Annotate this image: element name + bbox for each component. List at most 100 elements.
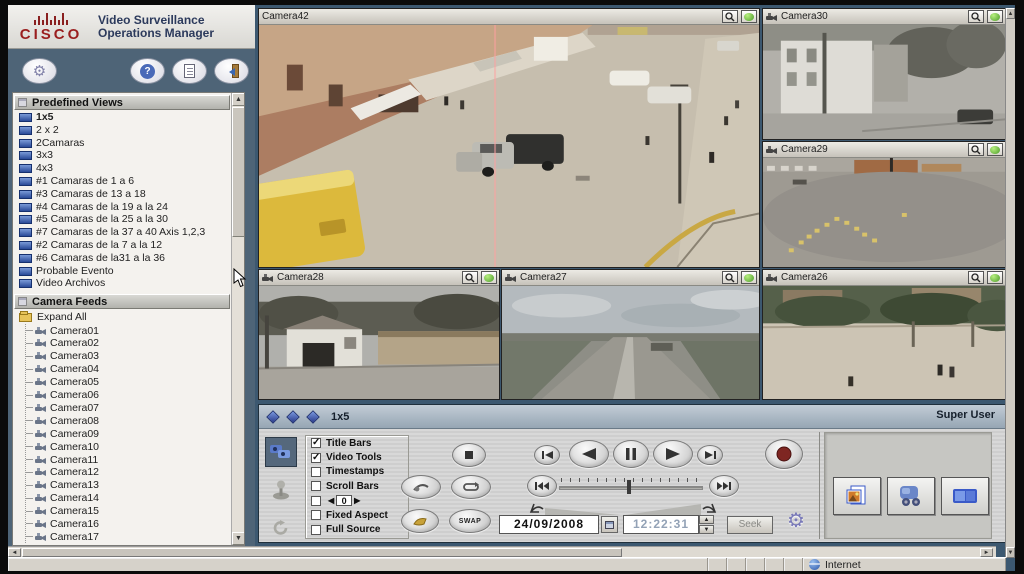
option-title-bars[interactable]: Title Bars [306, 436, 408, 450]
camera-tree-item[interactable]: Camera03 [26, 350, 231, 363]
predefined-view-item[interactable]: 2Camaras [13, 137, 231, 150]
audio-button[interactable] [401, 509, 439, 533]
predefined-view-item[interactable]: #4 Camaras de la 19 a la 24 [13, 201, 231, 214]
checkbox[interactable] [311, 496, 321, 506]
pause-button[interactable] [613, 440, 649, 468]
camera-tile-camera30[interactable]: Camera30 [762, 8, 1006, 140]
predefined-view-item[interactable]: Video Archivos [13, 277, 231, 290]
camera-title-bar[interactable]: Camera26 [763, 270, 1005, 286]
stream-status-button[interactable] [741, 271, 757, 284]
camera-tree-item[interactable]: Camera14 [26, 492, 231, 505]
pan-center-icon[interactable] [306, 410, 320, 424]
predefined-view-item[interactable]: 3x3 [13, 149, 231, 162]
snapshot-image-button[interactable] [833, 477, 881, 515]
camera-tree-item[interactable]: Camera15 [26, 505, 231, 518]
camera-title-bar[interactable]: Camera29 [763, 142, 1005, 158]
camera-tree-item[interactable]: Camera06 [26, 389, 231, 402]
sidebar-scrollbar[interactable]: ▲ ▼ [231, 93, 244, 545]
camera-tile-camera27[interactable]: Camera27 [501, 269, 760, 400]
camera-tree-item[interactable]: Camera12 [26, 466, 231, 479]
camera-video-camera27[interactable] [502, 286, 759, 399]
video-clip-button[interactable] [941, 477, 989, 515]
camera-video-camera42[interactable] [259, 25, 759, 267]
predefined-view-item[interactable]: 1x5 [13, 111, 231, 124]
zoom-tool-button[interactable] [968, 271, 984, 284]
stream-status-button[interactable] [741, 10, 757, 23]
scrollbar-thumb[interactable] [232, 107, 245, 237]
predefined-view-item[interactable]: 4x3 [13, 162, 231, 175]
scroll-left-icon[interactable]: ◄ [8, 548, 21, 557]
option-scroll-bars[interactable]: Scroll Bars [306, 479, 408, 493]
option-full-source[interactable]: Full Source [306, 522, 408, 536]
timeline-slider[interactable] [559, 477, 703, 495]
predefined-view-item[interactable]: Probable Evento [13, 265, 231, 278]
settings-button[interactable]: ⚙ [22, 58, 57, 84]
predefined-view-item[interactable]: #6 Camaras de la31 a la 36 [13, 252, 231, 265]
option-rotation-spinner[interactable]: ◀ 0 ▶ [306, 494, 408, 508]
pan-left-right-icon[interactable] [266, 410, 280, 424]
camera-tile-camera28[interactable]: Camera28 [258, 269, 500, 400]
stream-status-button[interactable] [987, 10, 1003, 23]
stream-status-button[interactable] [481, 271, 497, 284]
checkbox[interactable] [311, 481, 321, 491]
camera-video-camera30[interactable] [763, 25, 1005, 139]
predefined-view-item[interactable]: #3 Camaras de 13 a 18 [13, 188, 231, 201]
camera-video-camera29[interactable] [763, 158, 1005, 267]
spinner-down-icon[interactable]: ▼ [699, 525, 714, 534]
camera-tree-item[interactable]: Camera07 [26, 402, 231, 415]
checkbox[interactable] [311, 525, 321, 535]
expand-all-item[interactable]: Expand All [13, 310, 231, 324]
loop-button[interactable] [451, 475, 491, 499]
camera-title-bar[interactable]: Camera27 [502, 270, 759, 286]
scroll-right-icon[interactable]: ► [980, 548, 993, 557]
camera-tree-item[interactable]: Camera04 [26, 363, 231, 376]
camera-tree-item[interactable]: Camera11 [26, 453, 231, 466]
ptz-camera-button[interactable] [887, 477, 935, 515]
pan-up-down-icon[interactable] [286, 410, 300, 424]
predefined-view-item[interactable]: #7 Camaras de la 37 a 40 Axis 1,2,3 [13, 226, 231, 239]
predefined-view-item[interactable]: #5 Camaras de la 25 a la 30 [13, 213, 231, 226]
ptz-joystick-button[interactable] [265, 475, 297, 505]
camera-tile-camera29[interactable]: Camera29 [762, 141, 1006, 268]
scroll-up-icon[interactable]: ▲ [232, 93, 245, 106]
checkbox[interactable] [311, 453, 321, 463]
zoom-tool-button[interactable] [722, 271, 738, 284]
time-spinner[interactable]: ▲ ▼ [699, 515, 714, 534]
main-vertical-scrollbar[interactable]: ▲ ▼ [1005, 8, 1015, 558]
predefined-view-item[interactable]: #2 Camaras de la 7 a la 12 [13, 239, 231, 252]
camera-title-bar[interactable]: Camera30 [763, 9, 1005, 25]
play-button[interactable] [653, 440, 693, 468]
step-forward-button[interactable] [697, 445, 723, 465]
help-button[interactable]: ? [130, 58, 165, 84]
hscrollbar-thumb[interactable] [22, 548, 622, 557]
slider-thumb[interactable] [627, 480, 631, 494]
advanced-settings-button[interactable]: ⚙ [787, 508, 805, 533]
stream-status-button[interactable] [987, 271, 1003, 284]
reports-button[interactable] [172, 58, 207, 84]
horizontal-scrollbar[interactable]: ◄ ► [8, 546, 996, 557]
camera-tree-item[interactable]: Camera05 [26, 376, 231, 389]
camera-tree-item[interactable]: Camera09 [26, 427, 231, 440]
stop-button[interactable] [452, 443, 486, 467]
spinner-up-icon[interactable]: ▲ [699, 515, 714, 524]
scroll-down-icon[interactable]: ▼ [232, 532, 245, 545]
scroll-up-icon[interactable]: ▲ [1006, 8, 1015, 19]
spinner-left-icon[interactable]: ◀ [328, 496, 334, 505]
camera-tree-item[interactable]: Camera13 [26, 479, 231, 492]
camera-video-camera28[interactable] [259, 286, 499, 399]
logout-button[interactable] [214, 58, 249, 84]
camera-tile-camera26[interactable]: Camera26 [762, 269, 1006, 400]
record-button[interactable] [765, 439, 803, 469]
zoom-tool-button[interactable] [968, 143, 984, 156]
predefined-views-header[interactable]: Predefined Views [14, 95, 230, 110]
spinner-right-icon[interactable]: ▶ [354, 496, 360, 505]
date-field[interactable]: 24/09/2008 [499, 515, 599, 534]
slider-track[interactable] [559, 486, 703, 490]
jump-start-button[interactable] [527, 475, 557, 497]
option-video-tools[interactable]: Video Tools [306, 450, 408, 464]
calendar-button[interactable] [601, 516, 618, 533]
time-field[interactable]: 12:22:31 [623, 515, 699, 534]
camera-tree-item[interactable]: Camera01 [26, 324, 231, 337]
camera-title-bar[interactable]: Camera28 [259, 270, 499, 286]
camera-video-camera26[interactable] [763, 286, 1005, 399]
